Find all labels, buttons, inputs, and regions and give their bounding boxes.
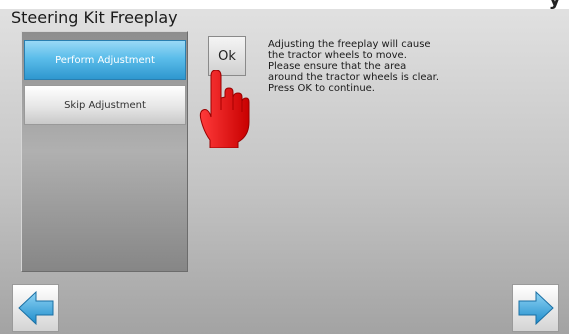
- message-line: around the tractor wheels is clear.: [268, 72, 440, 83]
- message-line: the tractor wheels to move.: [268, 50, 407, 61]
- arrow-left-icon: [17, 290, 53, 326]
- next-button[interactable]: [512, 284, 559, 332]
- instruction-message: Adjusting the freeplay will cause the tr…: [268, 39, 518, 94]
- skip-adjustment-button[interactable]: Skip Adjustment: [24, 85, 186, 125]
- message-line: Please ensure that the area: [268, 61, 407, 72]
- options-panel: Perform Adjustment Skip Adjustment: [21, 31, 188, 272]
- perform-adjustment-button[interactable]: Perform Adjustment: [24, 40, 186, 80]
- partial-header-text: y: [549, 0, 561, 9]
- pointing-hand-icon: [199, 70, 250, 148]
- message-line: Press OK to continue.: [268, 83, 375, 94]
- message-line: Adjusting the freeplay will cause: [268, 39, 431, 50]
- arrow-right-icon: [518, 290, 554, 326]
- page-title: Steering Kit Freeplay: [11, 8, 178, 27]
- back-button[interactable]: [12, 284, 59, 332]
